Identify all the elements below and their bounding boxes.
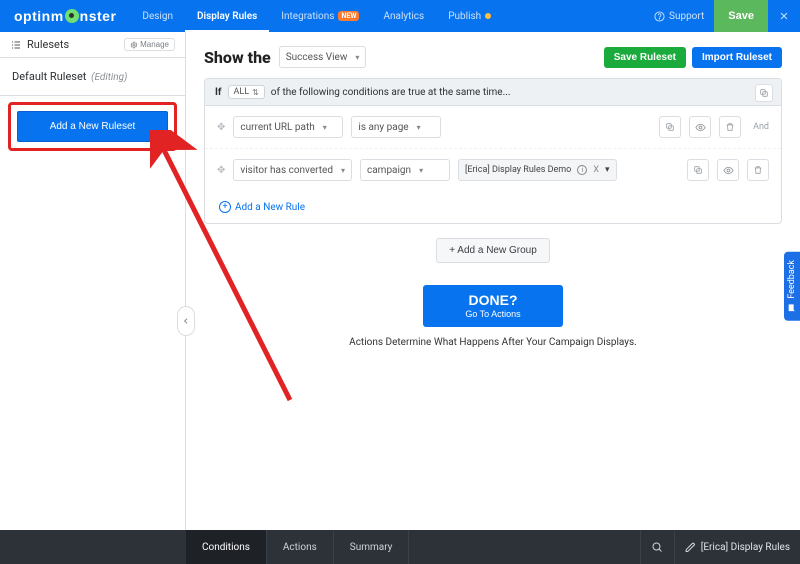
info-icon[interactable]: i [577, 165, 587, 175]
support-link[interactable]: Support [644, 11, 714, 22]
sidebar-collapse-handle[interactable] [177, 306, 195, 336]
main-content: Show the Success View ▾ Save Ruleset Imp… [186, 32, 800, 530]
conditions-header: If ALL⇅ of the following conditions are … [205, 79, 781, 106]
preview-rule-button[interactable] [717, 159, 739, 181]
add-rule-label: Add a New Rule [235, 202, 305, 213]
close-icon [778, 10, 790, 22]
campaign-token-label: [Erica] Display Rules Demo [465, 165, 571, 175]
brand-logo: optinmnster [0, 8, 130, 24]
add-rule-link[interactable]: + Add a New Rule [205, 191, 781, 223]
rule-field-dropdown[interactable]: visitor has converted▾ [233, 159, 352, 181]
trash-icon [753, 165, 763, 175]
eye-icon [723, 165, 734, 176]
nav-publish-label: Publish [448, 11, 481, 22]
nav-integrations-label: Integrations [281, 11, 334, 22]
view-dropdown-label: Success View [286, 52, 348, 63]
copy-icon [665, 122, 675, 132]
eye-icon [695, 122, 706, 133]
delete-rule-button[interactable] [747, 159, 769, 181]
save-ruleset-button[interactable]: Save Ruleset [604, 47, 686, 68]
annotation-highlight: Add a New Ruleset [8, 102, 177, 151]
copy-icon [759, 88, 769, 98]
footer-tab-conditions[interactable]: Conditions [186, 530, 267, 564]
page-title: Show the [204, 48, 271, 67]
actions-caption: Actions Determine What Happens After You… [204, 337, 782, 348]
publish-status-dot [485, 13, 491, 19]
footer-bar: Conditions Actions Summary [Erica] Displ… [0, 530, 800, 564]
done-button[interactable]: DONE? Go To Actions [423, 285, 562, 327]
feedback-label: Feedback [787, 260, 797, 299]
chevron-down-icon: ▾ [417, 123, 421, 132]
rules-panel: If ALL⇅ of the following conditions are … [204, 78, 782, 224]
rule-field-dropdown[interactable]: current URL path▾ [233, 116, 343, 138]
support-label: Support [669, 11, 704, 22]
nav-display-rules[interactable]: Display Rules [185, 0, 269, 32]
copy-rule-button[interactable] [687, 159, 709, 181]
trash-icon [725, 122, 735, 132]
sidebar-title: Rulesets [10, 38, 69, 51]
manage-rulesets-button[interactable]: Manage [124, 38, 175, 51]
done-button-subtitle: Go To Actions [465, 309, 520, 319]
copy-icon [693, 165, 703, 175]
chevron-down-icon: ▾ [355, 53, 359, 62]
copy-rule-button[interactable] [659, 116, 681, 138]
footer-campaign-name[interactable]: [Erica] Display Rules [674, 530, 800, 564]
footer-tab-summary[interactable]: Summary [334, 530, 410, 564]
remove-token-button[interactable]: X [593, 165, 599, 175]
drag-handle-icon[interactable]: ✥ [217, 122, 225, 133]
chevron-left-icon [182, 316, 190, 326]
chevron-down-icon: ▾ [605, 165, 610, 175]
top-navbar: optinmnster Design Display Rules Integra… [0, 0, 800, 32]
import-ruleset-button[interactable]: Import Ruleset [692, 47, 782, 68]
sidebar-ruleset-default[interactable]: Default Ruleset (Editing) [0, 58, 185, 96]
and-label: And [753, 122, 769, 132]
nav-publish[interactable]: Publish [436, 0, 503, 32]
add-group-button[interactable]: + Add a New Group [436, 238, 550, 263]
conditions-header-text: of the following conditions are true at … [271, 87, 511, 98]
done-button-title: DONE? [465, 293, 520, 307]
gear-icon [130, 41, 138, 49]
chevron-down-icon: ▾ [419, 166, 423, 175]
new-badge: NEW [338, 11, 359, 21]
if-label: If [215, 87, 222, 98]
rule-row: ✥ visitor has converted▾ campaign▾ [Eric… [205, 148, 781, 191]
chevron-down-icon: ▾ [341, 166, 345, 175]
nav-design[interactable]: Design [130, 0, 185, 32]
ruleset-editing-label: (Editing) [91, 72, 127, 83]
rule-operator-dropdown[interactable]: is any page▾ [351, 116, 441, 138]
copy-group-button[interactable] [755, 84, 773, 102]
view-dropdown[interactable]: Success View ▾ [279, 46, 367, 68]
match-mode-chip[interactable]: ALL⇅ [228, 85, 265, 99]
nav-integrations[interactable]: Integrations NEW [269, 0, 371, 32]
close-button[interactable] [768, 0, 800, 32]
add-ruleset-button[interactable]: Add a New Ruleset [17, 111, 168, 142]
footer-search-button[interactable] [640, 530, 674, 564]
feedback-tab[interactable]: Feedback [784, 252, 800, 321]
drag-handle-icon[interactable]: ✥ [217, 165, 225, 176]
main-nav: Design Display Rules Integrations NEW An… [130, 0, 503, 32]
preview-rule-button[interactable] [689, 116, 711, 138]
campaign-token[interactable]: [Erica] Display Rules Demo i X ▾ [458, 159, 617, 181]
rule-operator-dropdown[interactable]: campaign▾ [360, 159, 450, 181]
save-button[interactable]: Save [714, 0, 768, 32]
ruleset-name: Default Ruleset [12, 70, 86, 83]
rulesets-icon [10, 39, 22, 51]
chevron-down-icon: ▾ [323, 123, 327, 132]
nav-analytics[interactable]: Analytics [371, 0, 436, 32]
help-icon [654, 11, 665, 22]
chat-icon [787, 303, 797, 313]
delete-rule-button[interactable] [719, 116, 741, 138]
rule-row: ✥ current URL path▾ is any page▾ And [205, 106, 781, 148]
swap-icon: ⇅ [252, 88, 259, 97]
sidebar: Rulesets Manage Default Ruleset (Editing… [0, 32, 186, 530]
search-icon [651, 541, 663, 553]
plus-circle-icon: + [219, 201, 231, 213]
footer-tab-actions[interactable]: Actions [267, 530, 334, 564]
pencil-icon [685, 542, 696, 553]
